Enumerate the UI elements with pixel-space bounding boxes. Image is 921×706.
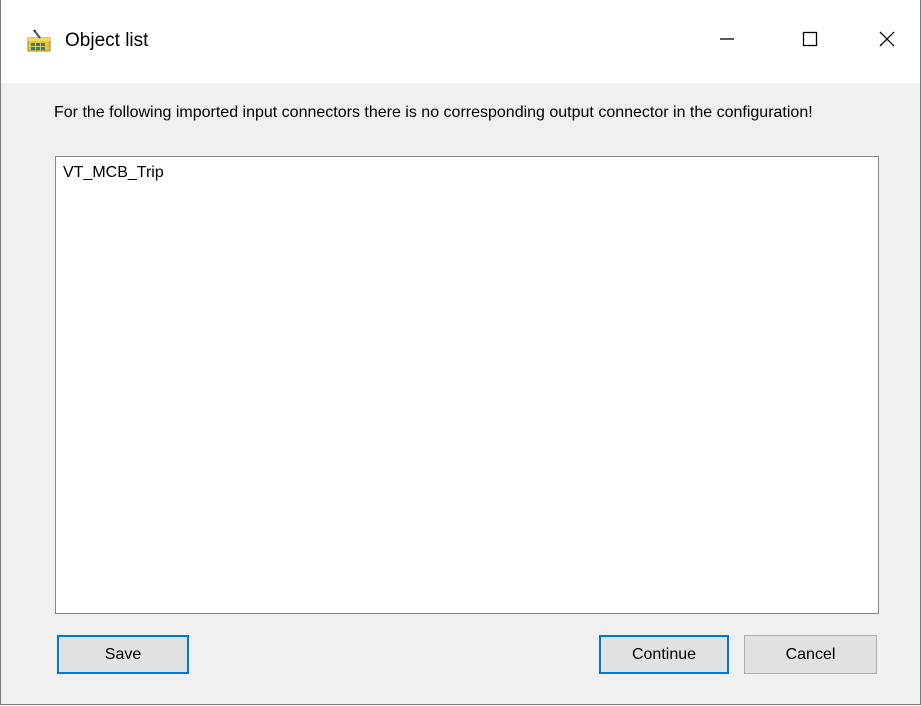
connector-listbox[interactable]: VT_MCB_Trip bbox=[55, 156, 879, 614]
maximize-icon bbox=[801, 30, 819, 53]
cancel-button[interactable]: Cancel bbox=[744, 635, 877, 674]
close-button[interactable] bbox=[864, 19, 910, 63]
warning-message: For the following imported input connect… bbox=[54, 104, 813, 121]
close-icon bbox=[878, 30, 896, 53]
object-list-dialog: Object list For the following imported i… bbox=[0, 0, 921, 705]
minimize-button[interactable] bbox=[704, 19, 750, 63]
title-bar[interactable]: Object list bbox=[1, 0, 920, 83]
list-item[interactable]: VT_MCB_Trip bbox=[63, 163, 164, 183]
maximize-button[interactable] bbox=[787, 19, 833, 63]
app-config-icon bbox=[27, 29, 53, 53]
save-button[interactable]: Save bbox=[57, 635, 189, 674]
minimize-icon bbox=[718, 30, 736, 53]
window-title: Object list bbox=[65, 30, 149, 51]
continue-button[interactable]: Continue bbox=[599, 635, 729, 674]
